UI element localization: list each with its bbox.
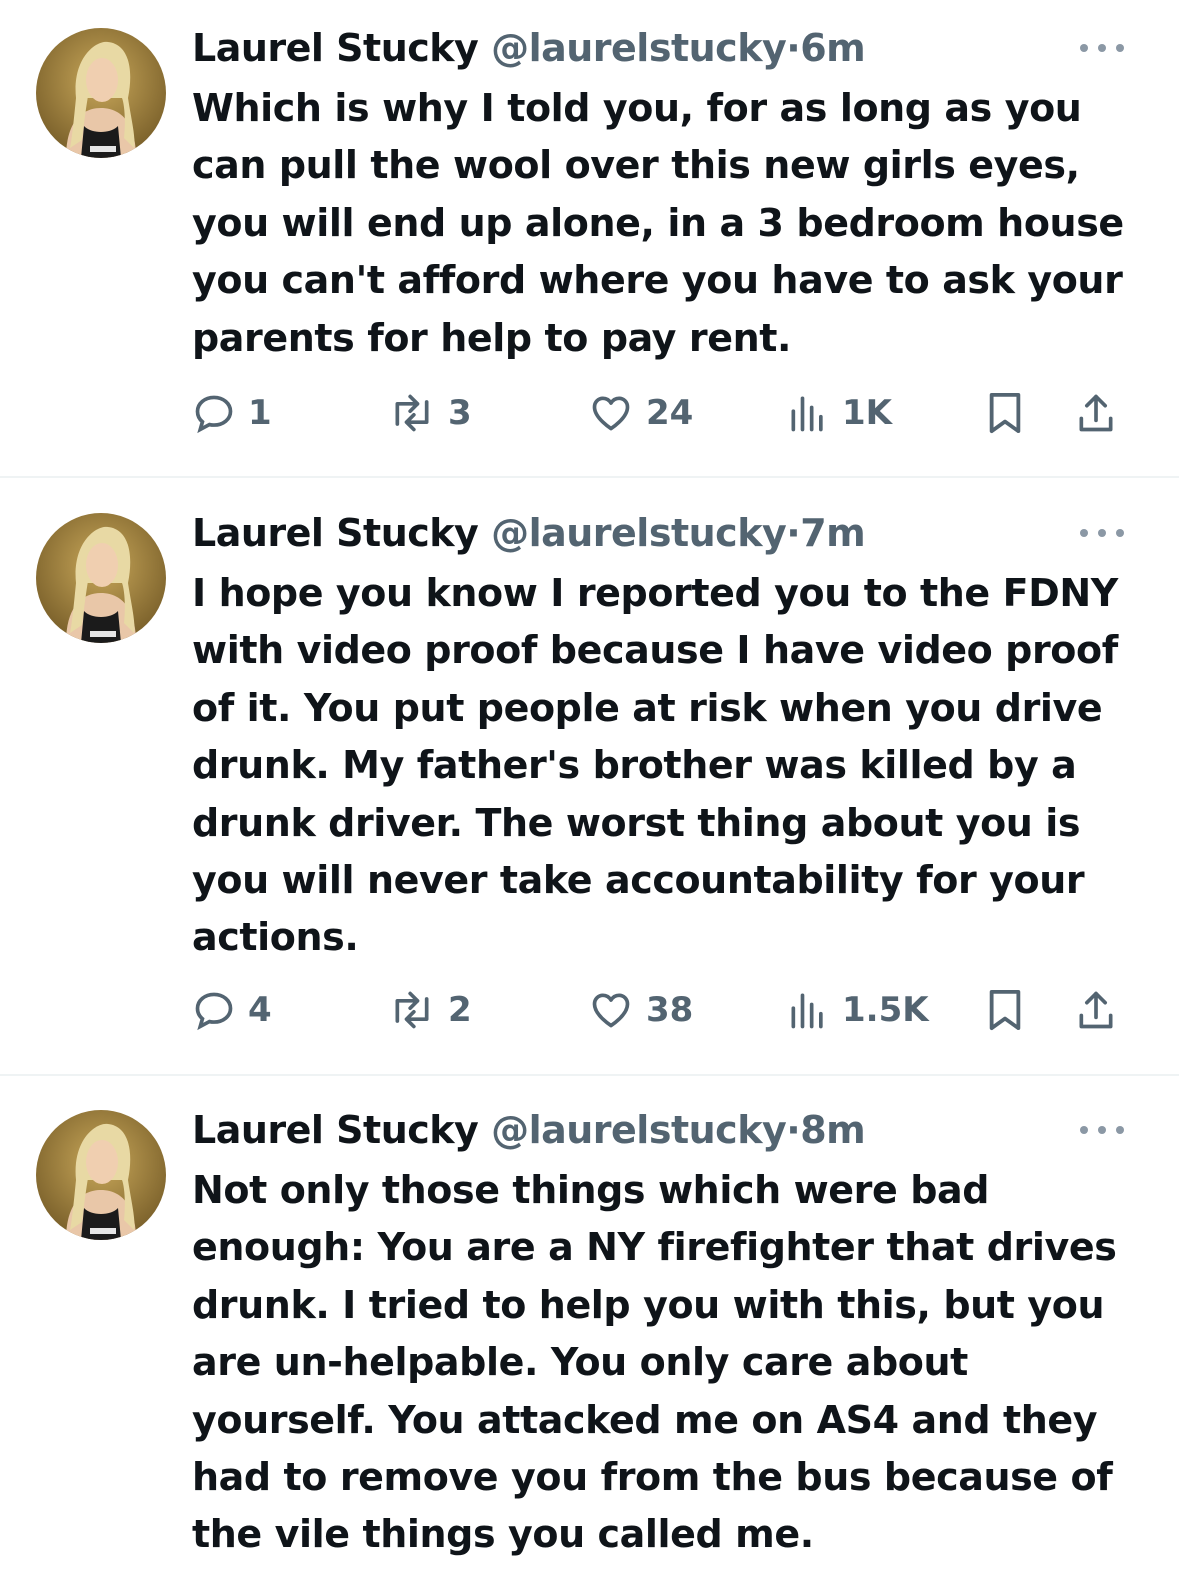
timestamp[interactable]: 7m bbox=[800, 511, 866, 555]
analytics-icon bbox=[791, 396, 823, 432]
author-name[interactable]: Laurel Stucky bbox=[192, 1108, 479, 1152]
repost-icon bbox=[395, 394, 429, 432]
bookmark-icon bbox=[989, 392, 1021, 434]
author-handle[interactable]: @laurelstucky bbox=[491, 511, 787, 555]
reply-count: 4 bbox=[248, 990, 272, 1030]
reply-button[interactable]: 4 bbox=[192, 985, 272, 1035]
repost-icon bbox=[395, 991, 429, 1029]
share-button[interactable] bbox=[1074, 388, 1118, 438]
repost-button[interactable]: 3 bbox=[388, 388, 472, 438]
bookmark-icon bbox=[989, 989, 1021, 1031]
action-bar: 1 3 24 1K bbox=[0, 388, 1179, 438]
separator-dot: · bbox=[786, 511, 801, 555]
author-handle[interactable]: @laurelstucky bbox=[491, 26, 787, 70]
profile-photo-icon bbox=[36, 28, 166, 158]
divider bbox=[0, 476, 1179, 478]
author-handle[interactable]: @laurelstucky bbox=[491, 1108, 787, 1152]
timestamp[interactable]: 8m bbox=[800, 1108, 866, 1152]
separator-dot: · bbox=[786, 26, 801, 70]
tweet[interactable]: Laurel Stucky @laurelstucky·8m Not only … bbox=[0, 1082, 1179, 1591]
views-button[interactable]: 1K bbox=[786, 388, 892, 438]
profile-photo-icon bbox=[36, 513, 166, 643]
like-count: 24 bbox=[646, 393, 694, 433]
action-bar: 4 2 38 1.5K bbox=[0, 985, 1179, 1035]
like-count: 38 bbox=[646, 990, 694, 1030]
more-options-icon[interactable] bbox=[1080, 1122, 1124, 1138]
bookmark-button[interactable] bbox=[984, 985, 1026, 1035]
avatar[interactable] bbox=[36, 513, 166, 643]
more-options-icon[interactable] bbox=[1080, 525, 1124, 541]
tweet-text: Not only those things which were bad eno… bbox=[192, 1168, 1117, 1557]
tweet-text: Which is why I told you, for as long as … bbox=[192, 86, 1124, 360]
tweet-header: Laurel Stucky @laurelstucky·8m bbox=[192, 1106, 866, 1154]
reply-icon bbox=[195, 395, 233, 434]
view-count: 1K bbox=[842, 393, 893, 433]
views-button[interactable]: 1.5K bbox=[786, 985, 929, 1035]
tweet-text: I hope you know I reported you to the FD… bbox=[192, 571, 1118, 960]
reply-icon bbox=[195, 992, 233, 1031]
analytics-icon bbox=[791, 993, 823, 1029]
repost-count: 3 bbox=[448, 393, 472, 433]
divider bbox=[0, 1074, 1179, 1076]
separator-dot: · bbox=[786, 1108, 801, 1152]
heart-icon bbox=[592, 993, 630, 1028]
like-button[interactable]: 38 bbox=[588, 985, 693, 1035]
tweet-header: Laurel Stucky @laurelstucky·6m bbox=[192, 24, 866, 72]
author-name[interactable]: Laurel Stucky bbox=[192, 511, 479, 555]
more-options-icon[interactable] bbox=[1080, 40, 1124, 56]
tweet[interactable]: Laurel Stucky @laurelstucky·7m I hope yo… bbox=[0, 485, 1179, 1077]
reply-count: 1 bbox=[248, 393, 272, 433]
author-name[interactable]: Laurel Stucky bbox=[192, 26, 479, 70]
view-count: 1.5K bbox=[842, 990, 929, 1030]
avatar[interactable] bbox=[36, 28, 166, 158]
repost-count: 2 bbox=[448, 990, 472, 1030]
repost-button[interactable]: 2 bbox=[388, 985, 472, 1035]
tweet[interactable]: Laurel Stucky @laurelstucky·6m Which is … bbox=[0, 0, 1179, 478]
heart-icon bbox=[592, 396, 630, 431]
like-button[interactable]: 24 bbox=[588, 388, 693, 438]
profile-photo-icon bbox=[36, 1110, 166, 1240]
reply-button[interactable]: 1 bbox=[192, 388, 272, 438]
avatar[interactable] bbox=[36, 1110, 166, 1240]
share-icon bbox=[1079, 394, 1113, 432]
bookmark-button[interactable] bbox=[984, 388, 1026, 438]
tweet-header: Laurel Stucky @laurelstucky·7m bbox=[192, 509, 866, 557]
timestamp[interactable]: 6m bbox=[800, 26, 866, 70]
share-icon bbox=[1079, 991, 1113, 1029]
share-button[interactable] bbox=[1074, 985, 1118, 1035]
